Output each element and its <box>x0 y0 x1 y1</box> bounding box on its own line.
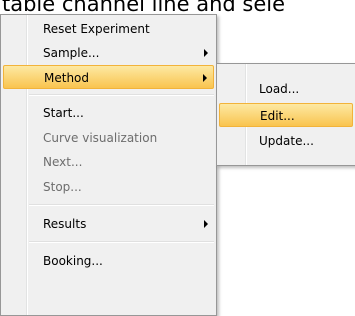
menu-item-start[interactable]: Start... <box>3 101 214 125</box>
submenu-item-update[interactable]: Update... <box>219 129 353 153</box>
menu-item-booking[interactable]: Booking... <box>3 249 214 273</box>
menu-item-label: Edit... <box>260 109 295 123</box>
menu-separator <box>29 204 214 206</box>
menu-item-curve-visualization: Curve visualization <box>3 126 214 150</box>
menu-item-method[interactable]: Method <box>3 65 214 89</box>
menu-item-label: Load... <box>259 82 300 96</box>
submenu-arrow-icon <box>203 74 207 82</box>
submenu-item-edit[interactable]: Edit... <box>219 103 353 127</box>
menu-item-reset-experiment[interactable]: Reset Experiment <box>3 17 214 41</box>
context-menu: Reset Experiment Sample... Method Start.… <box>0 14 217 316</box>
menu-item-sample[interactable]: Sample... <box>3 41 214 65</box>
menu-item-label: Curve visualization <box>43 131 158 145</box>
submenu-arrow-icon <box>204 220 208 228</box>
menu-item-label: Stop... <box>43 180 82 194</box>
menu-item-label: Method <box>44 71 90 85</box>
menu-item-label: Update... <box>259 134 314 148</box>
menu-item-next: Next... <box>3 150 214 174</box>
menu-item-stop: Stop... <box>3 175 214 199</box>
submenu-arrow-icon <box>204 49 208 57</box>
menu-item-results[interactable]: Results <box>3 212 214 236</box>
menu-separator <box>29 241 214 243</box>
menu-item-label: Reset Experiment <box>43 22 150 36</box>
menu-item-label: Sample... <box>43 46 100 60</box>
method-submenu: Load... Edit... Update... <box>216 63 355 166</box>
menu-item-label: Next... <box>43 155 83 169</box>
menu-item-label: Start... <box>43 106 84 120</box>
menu-item-label: Booking... <box>43 254 103 268</box>
menu-separator <box>29 94 214 96</box>
menu-item-label: Results <box>43 217 87 231</box>
submenu-item-load[interactable]: Load... <box>219 77 353 101</box>
